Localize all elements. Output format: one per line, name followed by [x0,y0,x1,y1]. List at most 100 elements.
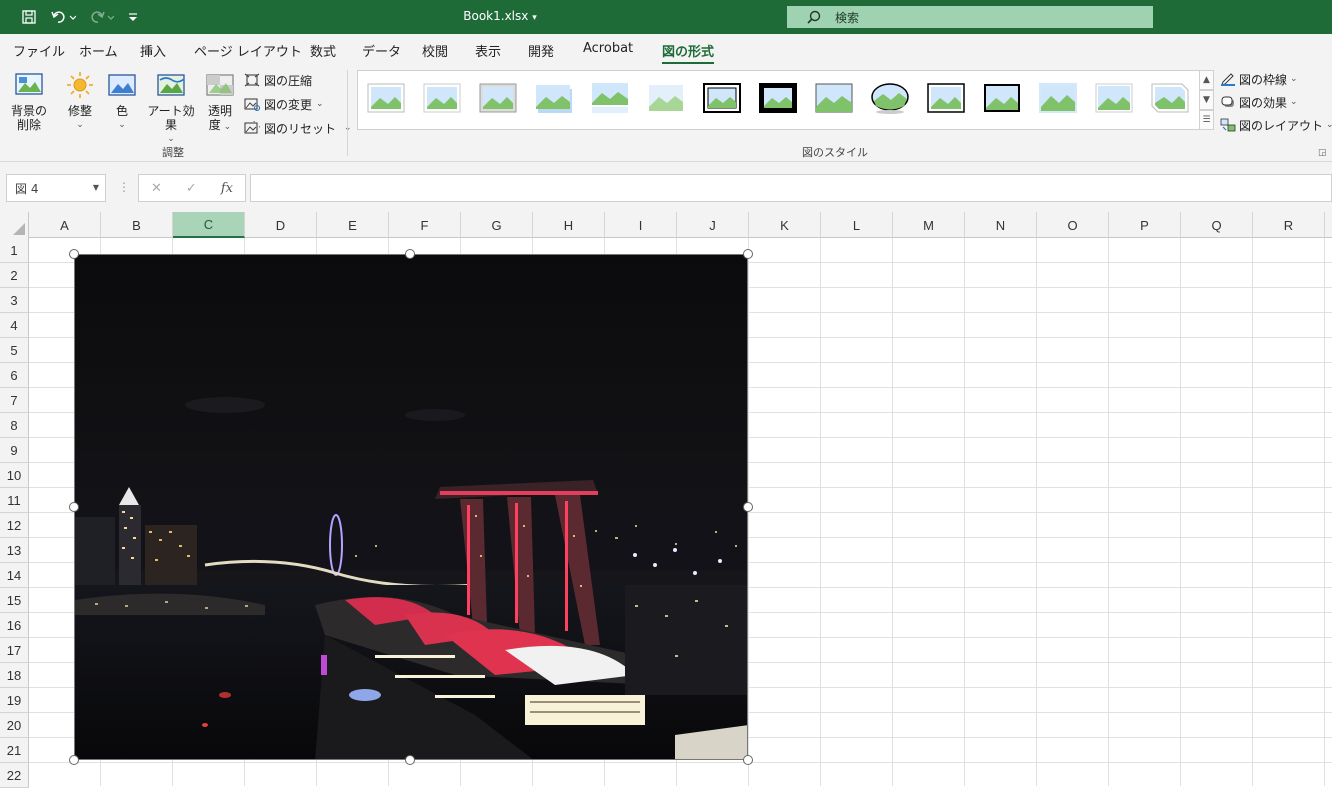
column-header-h[interactable]: H [533,212,605,238]
column-header-g[interactable]: G [461,212,533,238]
column-header-j[interactable]: J [677,212,749,238]
column-header-r[interactable]: R [1253,212,1325,238]
row-header-17[interactable]: 17 [0,638,29,663]
row-header-3[interactable]: 3 [0,288,29,313]
row-header-20[interactable]: 20 [0,713,29,738]
select-all-button[interactable] [0,212,29,238]
style-simple-frame-white[interactable] [366,81,406,115]
row-header-7[interactable]: 7 [0,388,29,413]
style-drop-shadow[interactable] [534,81,574,115]
row-header-4[interactable]: 4 [0,313,29,338]
row-header-8[interactable]: 8 [0,413,29,438]
tab-page-layout[interactable]: ページ レイアウト [194,41,302,60]
gallery-down-button[interactable]: ▼ [1200,90,1214,110]
style-reflected[interactable] [590,81,630,115]
row-header-5[interactable]: 5 [0,338,29,363]
resize-handle-top[interactable] [405,249,415,259]
column-header-b[interactable]: B [101,212,173,238]
chevron-down-icon[interactable]: ▼ [93,183,99,192]
color-button[interactable]: 色 ⌄ [106,70,138,132]
style-simple-frame-black[interactable] [814,81,854,115]
style-oval[interactable] [870,81,910,115]
tab-home[interactable]: ホーム [79,41,118,60]
formula-input[interactable] [250,174,1332,202]
tab-review[interactable]: 校閲 [422,41,448,60]
style-double-frame-black[interactable] [702,81,742,115]
column-header-d[interactable]: D [245,212,317,238]
row-header-13[interactable]: 13 [0,538,29,563]
style-soft-rectangle[interactable] [646,81,686,115]
cancel-icon[interactable]: ✕ [151,181,162,196]
resize-handle-bottom[interactable] [405,755,415,765]
resize-handle-top-left[interactable] [69,249,79,259]
row-header-6[interactable]: 6 [0,363,29,388]
column-header-o[interactable]: O [1037,212,1109,238]
dialog-launcher-icon[interactable]: ◲ [1318,148,1327,158]
column-header-k[interactable]: K [749,212,821,238]
style-metal-frame[interactable] [478,81,518,115]
selected-picture[interactable] [74,254,748,760]
column-header-e[interactable]: E [317,212,389,238]
style-perspective-shadow[interactable] [1038,81,1078,115]
row-header-19[interactable]: 19 [0,688,29,713]
column-header-c[interactable]: C [173,212,245,238]
name-box[interactable]: 図 4 ▼ [6,174,106,202]
row-header-18[interactable]: 18 [0,663,29,688]
tab-picture-format[interactable]: 図の形式 [662,41,715,65]
row-header-15[interactable]: 15 [0,588,29,613]
artistic-effects-button[interactable]: アート効果 ⌄ [142,70,200,146]
tab-formulas[interactable]: 数式 [310,41,336,60]
resize-handle-top-right[interactable] [743,249,753,259]
tab-data[interactable]: データ [362,41,401,60]
column-header-i[interactable]: I [605,212,677,238]
row-header-22[interactable]: 22 [0,763,29,788]
column-header-a[interactable]: A [29,212,101,238]
tab-file[interactable]: ファイル [13,41,65,60]
corrections-button[interactable]: 修整 ⌄ [62,70,98,132]
picture-layout-label: 図のレイアウト [1239,118,1324,133]
style-thick-matte-black[interactable] [758,81,798,115]
picture-layout-button[interactable]: 図のレイアウト ⌄ [1220,115,1332,135]
column-header-m[interactable]: M [893,212,965,238]
tab-acrobat[interactable]: Acrobat [583,41,633,56]
tab-developer[interactable]: 開発 [528,41,554,60]
column-header-n[interactable]: N [965,212,1037,238]
resize-handle-right[interactable] [743,502,753,512]
column-header-p[interactable]: P [1109,212,1181,238]
column-header-q[interactable]: Q [1181,212,1253,238]
row-header-14[interactable]: 14 [0,563,29,588]
gallery-more-button[interactable]: ☰ [1200,110,1214,130]
row-header-9[interactable]: 9 [0,438,29,463]
style-center-shadow[interactable] [926,81,966,115]
resize-handle-bottom-right[interactable] [743,755,753,765]
compress-pictures-button[interactable]: 図の圧縮 [244,70,312,90]
drag-handle-icon[interactable]: ⋮ [118,180,130,194]
enter-icon[interactable]: ✓ [186,181,197,196]
picture-border-button[interactable]: 図の枠線 ⌄ [1220,69,1298,89]
row-header-11[interactable]: 11 [0,488,29,513]
reset-picture-button[interactable]: 図のリセット⌄ [244,118,352,138]
style-snip-corner[interactable] [1150,81,1190,115]
row-header-1[interactable]: 1 [0,238,29,263]
style-rotated-white[interactable] [1094,81,1134,115]
remove-background-button[interactable]: 背景の 削除 [8,70,50,132]
column-header-f[interactable]: F [389,212,461,238]
style-soft-edge[interactable] [422,81,462,115]
transparency-button[interactable]: 透明 度 ⌄ [202,70,238,134]
row-header-12[interactable]: 12 [0,513,29,538]
gallery-up-button[interactable]: ▲ [1200,70,1214,90]
column-header-l[interactable]: L [821,212,893,238]
picture-effects-button[interactable]: 図の効果 ⌄ [1220,92,1298,112]
row-header-21[interactable]: 21 [0,738,29,763]
style-beveled-black[interactable] [982,81,1022,115]
insert-function-icon[interactable]: fx [221,181,233,196]
search-box[interactable]: 検索 [787,6,1153,28]
resize-handle-bottom-left[interactable] [69,755,79,765]
row-header-16[interactable]: 16 [0,613,29,638]
row-header-2[interactable]: 2 [0,263,29,288]
row-header-10[interactable]: 10 [0,463,29,488]
tab-view[interactable]: 表示 [475,41,501,60]
resize-handle-left[interactable] [69,502,79,512]
tab-insert[interactable]: 挿入 [140,41,166,60]
change-picture-button[interactable]: 図の変更 ⌄ [244,94,324,114]
